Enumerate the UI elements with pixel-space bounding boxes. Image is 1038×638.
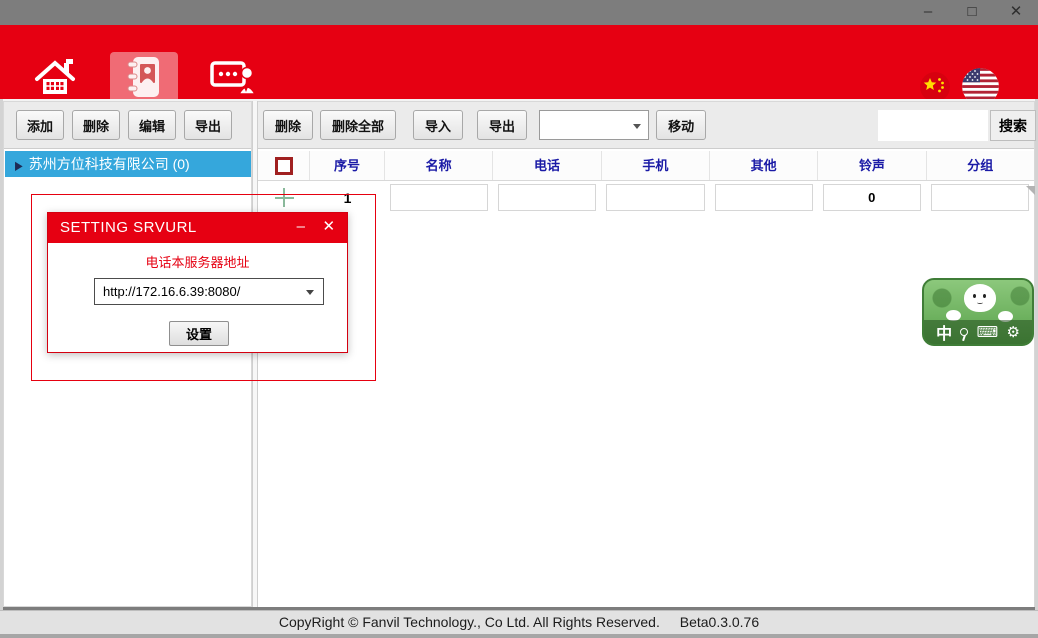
ime-toolbar: 中 ⌨ ⚙ [924,320,1032,344]
dialog-title: SETTING SRVURL [60,219,197,236]
row-other-input[interactable] [715,184,813,211]
main-navbar: 首页 电话本 [0,25,1038,99]
row-corner-indicator [1026,186,1035,195]
dialog-close-button[interactable]: ✕ [315,213,343,243]
ime-mascot-icon [964,284,996,312]
title-bar: – □ ✕ [0,0,1038,25]
row-group-input[interactable] [931,184,1029,211]
contact-delete-button[interactable]: 删除 [263,110,313,140]
header-other: 其他 [710,151,818,180]
setting-srvurl-dialog: SETTING SRVURL – ✕ 电话本服务器地址 http://172.1… [47,212,348,353]
table-row: 1 [258,181,1034,214]
phonebook-icon [110,52,178,100]
row-ring-input[interactable] [823,184,921,211]
ime-widget: 中 ⌨ ⚙ [922,278,1034,346]
gear-icon[interactable]: ⚙ [1006,325,1019,340]
group-toolbar: 添加 删除 编辑 导出 [4,102,251,149]
dialog-title-bar[interactable]: SETTING SRVURL – ✕ [48,213,347,243]
chevron-down-icon [306,290,314,295]
window-border-bottom [0,634,1038,638]
version-text: Beta0.3.0.76 [680,614,759,630]
group-tree-item-company[interactable]: ▶苏州方位科技有限公司 (0) [5,151,251,177]
contact-move-button[interactable]: 移动 [656,110,706,140]
tree-expand-icon[interactable]: ▶ [15,151,23,182]
status-bar: CopyRight © Fanvil Technology., Co Ltd. … [0,610,1038,634]
header-ring: 铃声 [818,151,926,180]
search-button[interactable]: 搜索 [990,110,1036,141]
chevron-down-icon [633,124,641,129]
dialog-minimize-button[interactable]: – [287,213,315,243]
move-group-select[interactable] [539,110,649,140]
ime-language-mode-button[interactable]: 中 [936,320,952,344]
contacts-panel: 删除 删除全部 导入 导出 移动 搜索 序号 名称 电话 手机 其他 铃声 分组… [258,101,1035,607]
home-icon [20,52,90,100]
ime-punctuation-icon[interactable] [960,328,968,336]
group-add-button[interactable]: 添加 [16,110,64,140]
header-group: 分组 [927,151,1034,180]
search-input[interactable] [878,110,988,141]
group-delete-button[interactable]: 删除 [72,110,120,140]
group-edit-button[interactable]: 编辑 [128,110,176,140]
contacts-table-header: 序号 名称 电话 手机 其他 铃声 分组 [258,151,1034,181]
header-index: 序号 [310,151,385,180]
group-export-button[interactable]: 导出 [184,110,232,140]
contact-delete-all-button[interactable]: 删除全部 [320,110,396,140]
language-flag-chinese[interactable] [920,72,950,102]
window-minimize-button[interactable]: – [906,0,950,25]
window-close-button[interactable]: ✕ [994,0,1038,25]
row-phone-input[interactable] [498,184,596,211]
select-all-checkbox[interactable] [275,157,293,175]
window-maximize-button[interactable]: □ [950,0,994,25]
contact-import-button[interactable]: 导入 [413,110,463,140]
keyboard-icon[interactable]: ⌨ [977,325,999,340]
header-phone: 电话 [493,151,601,180]
server-address-label: 电话本服务器地址 [48,252,347,271]
log-icon [198,52,268,100]
row-index: 1 [344,190,352,206]
row-mobile-input[interactable] [606,184,704,211]
contact-export-button[interactable]: 导出 [477,110,527,140]
add-contact-plus-icon[interactable] [275,188,294,207]
header-name: 名称 [385,151,493,180]
contacts-toolbar: 删除 删除全部 导入 导出 移动 搜索 [258,102,1034,149]
set-button[interactable]: 设置 [169,321,229,346]
server-url-combobox[interactable]: http://172.16.6.39:8080/ [94,278,324,305]
header-mobile: 手机 [602,151,710,180]
group-tree-label: 苏州方位科技有限公司 (0) [29,156,190,172]
row-name-input[interactable] [390,184,488,211]
copyright-text: CopyRight © Fanvil Technology., Co Ltd. … [279,614,660,630]
group-panel: 添加 删除 编辑 导出 ▶苏州方位科技有限公司 (0) [3,101,252,607]
server-url-value: http://172.16.6.39:8080/ [95,279,323,304]
